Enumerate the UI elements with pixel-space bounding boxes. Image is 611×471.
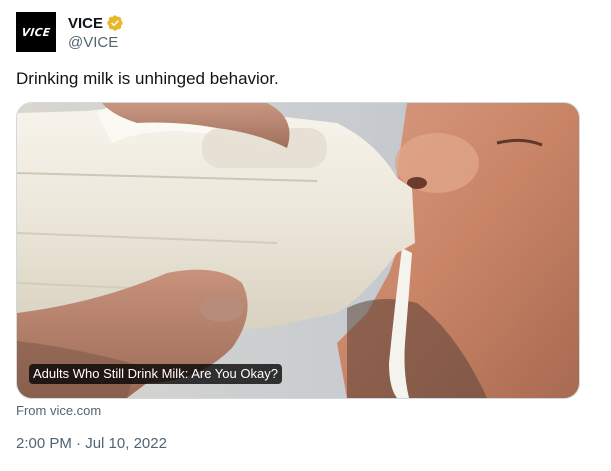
author-handle[interactable]: @VICE [68, 34, 118, 51]
tweet-text: Drinking milk is unhinged behavior. [16, 69, 279, 88]
author-display-name[interactable]: VICE [68, 15, 103, 32]
timestamp-separator: · [71, 435, 86, 452]
vice-logo: VICE [20, 25, 52, 39]
card-title: Adults Who Still Drink Milk: Are You Oka… [29, 364, 282, 384]
card-source-link[interactable]: From vice.com [16, 403, 101, 418]
link-card[interactable]: Adults Who Still Drink Milk: Are You Oka… [16, 102, 580, 399]
card-image [17, 103, 579, 398]
tweet-time[interactable]: 2:00 PM [16, 435, 72, 452]
author-name-row: VICE [68, 13, 124, 33]
tweet-timestamp[interactable]: 2:00 PM · Jul 10, 2022 [16, 435, 167, 452]
avatar[interactable]: VICE [16, 12, 56, 52]
verified-badge-icon[interactable] [106, 14, 124, 32]
tweet-date[interactable]: Jul 10, 2022 [85, 435, 167, 452]
